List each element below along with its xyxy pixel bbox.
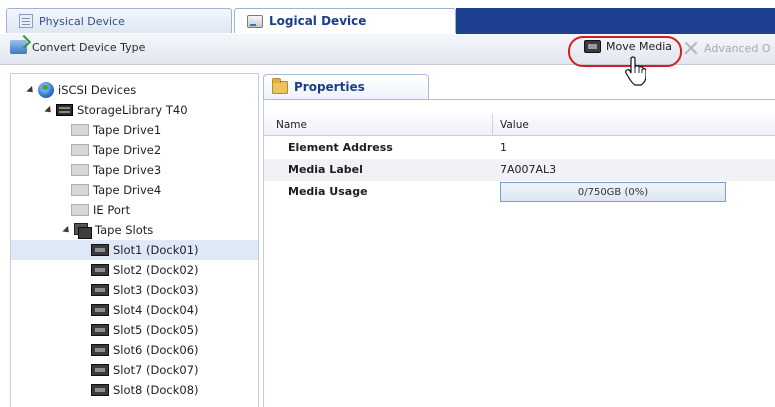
- advanced-label: Advanced O: [704, 41, 771, 55]
- tree-node-label: Slot4 (Dock04): [113, 303, 199, 317]
- tree-node-slot[interactable]: Slot8 (Dock08): [11, 380, 258, 400]
- tab-physical-device[interactable]: Physical Device: [6, 8, 232, 33]
- tree-node-ie-port[interactable]: IE Port: [11, 200, 258, 220]
- tree-node-label: Tape Drive3: [93, 163, 162, 177]
- toolbar: Convert Device Type Move Media Advanced …: [0, 34, 775, 65]
- column-divider[interactable]: [492, 114, 493, 135]
- tree-node-slot[interactable]: Slot3 (Dock03): [11, 280, 258, 300]
- tree-node-tape-slots[interactable]: Tape Slots: [11, 220, 258, 240]
- expand-icon: [62, 225, 72, 235]
- tape-slot-icon: [91, 284, 109, 296]
- tree-node-label: Slot8 (Dock08): [113, 383, 199, 397]
- tree-node-label: Slot7 (Dock07): [113, 363, 199, 377]
- convert-device-type-button[interactable]: Convert Device Type: [10, 40, 145, 54]
- convert-icon: [10, 40, 27, 54]
- property-name: Media Label: [288, 163, 363, 176]
- property-name: Element Address: [288, 141, 393, 154]
- tab-bar-fill: [456, 8, 775, 34]
- property-name: Media Usage: [288, 185, 368, 198]
- document-icon: [19, 14, 33, 28]
- tape-slot-icon: [91, 244, 109, 256]
- tape-slot-icon: [91, 324, 109, 336]
- property-row[interactable]: Element Address 1: [264, 137, 775, 159]
- tree-node-slot[interactable]: Slot7 (Dock07): [11, 360, 258, 380]
- tree-node-slot[interactable]: Slot2 (Dock02): [11, 260, 258, 280]
- tree-node-label: iSCSI Devices: [58, 83, 137, 97]
- tree-node-slot[interactable]: Slot4 (Dock04): [11, 300, 258, 320]
- media-usage-text: 0/750GB (0%): [577, 186, 649, 198]
- media-usage-bar: 0/750GB (0%): [500, 182, 726, 202]
- convert-label: Convert Device Type: [32, 40, 146, 54]
- property-value: 7A007AL3: [500, 163, 557, 176]
- tree-node-label: Slot3 (Dock03): [113, 283, 199, 297]
- tree-node-label: Slot5 (Dock05): [113, 323, 199, 337]
- properties-tab-label: Properties: [294, 80, 365, 94]
- properties-grid: Name Value Element Address 1 Media Label…: [263, 99, 775, 407]
- column-header-name[interactable]: Name: [276, 119, 307, 131]
- tape-slots-icon: [74, 222, 92, 239]
- tree-node-label: Slot2 (Dock02): [113, 263, 199, 277]
- move-media-button[interactable]: Move Media: [584, 40, 672, 53]
- main-tab-bar: Physical Device Logical Device: [0, 0, 775, 34]
- tools-icon: [683, 40, 699, 56]
- property-value: 1: [500, 141, 507, 154]
- column-header-value[interactable]: Value: [500, 119, 529, 131]
- tree-node-tape-drive[interactable]: Tape Drive1: [11, 120, 258, 140]
- tape-drive-icon: [71, 144, 89, 156]
- tree-node-slot-selected[interactable]: Slot1 (Dock01): [11, 240, 258, 260]
- move-media-label: Move Media: [606, 40, 673, 53]
- expand-icon: [26, 85, 36, 95]
- ie-port-icon: [71, 204, 89, 216]
- expand-icon: [44, 105, 54, 115]
- tab-properties[interactable]: Properties: [263, 74, 429, 99]
- tree-node-slot[interactable]: Slot5 (Dock05): [11, 320, 258, 340]
- tab-physical-label: Physical Device: [39, 14, 125, 28]
- tab-logical-device[interactable]: Logical Device: [234, 8, 456, 33]
- tree-node-label: Tape Drive2: [93, 143, 162, 157]
- tree-node-storage-library[interactable]: StorageLibrary T40: [11, 100, 258, 120]
- tree-node-label: Slot1 (Dock01): [113, 243, 199, 257]
- hand-pointer-icon: [625, 56, 646, 86]
- drive-icon: [247, 14, 263, 28]
- advanced-operations-button[interactable]: Advanced O: [683, 40, 771, 56]
- device-tree: iSCSI Devices StorageLibrary T40 Tape Dr…: [10, 73, 259, 407]
- folder-icon: [272, 77, 288, 94]
- tape-slot-icon: [91, 264, 109, 276]
- grid-header: Name Value: [264, 114, 775, 136]
- tape-drive-icon: [71, 184, 89, 196]
- tree-node-tape-drive[interactable]: Tape Drive4: [11, 180, 258, 200]
- tree-node-label: Slot6 (Dock06): [113, 343, 199, 357]
- tape-slot-icon: [91, 304, 109, 316]
- tape-slot-icon: [91, 384, 109, 396]
- globe-icon: [38, 82, 54, 98]
- tree-node-tape-drive[interactable]: Tape Drive3: [11, 160, 258, 180]
- tree-node-label: Tape Drive1: [93, 123, 162, 137]
- tree-node-label: Tape Drive4: [93, 183, 162, 197]
- tape-media-icon: [584, 40, 601, 53]
- tree-node-slot[interactable]: Slot6 (Dock06): [11, 340, 258, 360]
- tape-drive-icon: [71, 124, 89, 136]
- tree-node-label: StorageLibrary T40: [77, 103, 188, 117]
- tree-node-tape-drive[interactable]: Tape Drive2: [11, 140, 258, 160]
- library-icon: [56, 104, 73, 116]
- tape-slot-icon: [91, 364, 109, 376]
- tree-node-iscsi-devices[interactable]: iSCSI Devices: [11, 80, 258, 100]
- tape-drive-icon: [71, 164, 89, 176]
- tab-logical-label: Logical Device: [269, 14, 367, 28]
- tape-slot-icon: [91, 344, 109, 356]
- tree-node-label: IE Port: [93, 203, 131, 217]
- property-row[interactable]: Media Label 7A007AL3: [264, 159, 775, 181]
- tree-node-label: Tape Slots: [95, 223, 154, 237]
- property-row[interactable]: Media Usage 0/750GB (0%): [264, 181, 775, 205]
